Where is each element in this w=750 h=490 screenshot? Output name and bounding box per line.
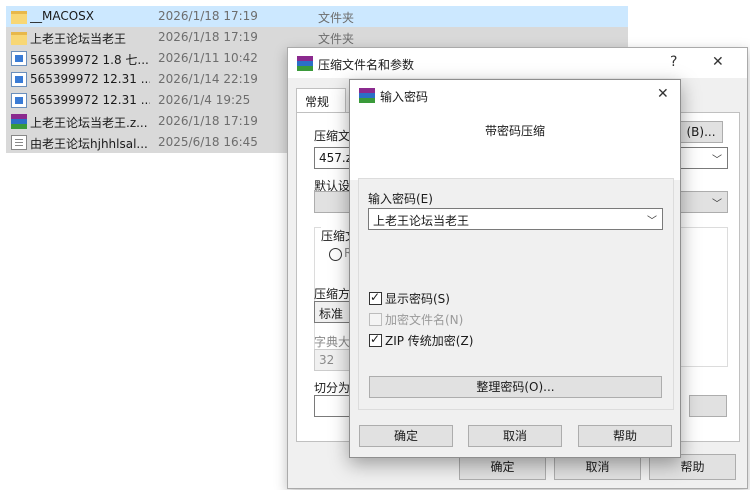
archive-dialog-titlebar[interactable]: 压缩文件名和参数 ? ✕ (288, 48, 747, 78)
archive-help-label: 帮助 (680, 460, 705, 474)
format-radio[interactable] (329, 248, 342, 261)
dictionary-label: 字典大 (314, 335, 351, 349)
show-password-checkbox[interactable] (369, 290, 382, 305)
archive-icon (11, 114, 27, 129)
password-value: 上老王论坛当老王 (373, 214, 470, 228)
file-date: 2026/1/18 17:19 (158, 114, 258, 128)
file-name: 由老王论坛hjhhlsal... (30, 137, 148, 151)
cancel-button[interactable]: 取消 (468, 425, 562, 447)
browse-button[interactable]: (B)... (679, 121, 723, 143)
zip-legacy-label: ZIP 传统加密(Z) (385, 334, 474, 348)
organize-passwords-button[interactable]: 整理密码(O)... (369, 376, 662, 398)
file-date: 2026/1/4 19:25 (158, 93, 251, 107)
folder-icon (11, 11, 27, 24)
organize-passwords-label: 整理密码(O)... (476, 380, 555, 394)
password-dialog-title: 输入密码 (380, 90, 429, 104)
password-dialog: 输入密码 ✕ 带密码压缩 输入密码(E) 上老王论坛当老王 ﹀ 显示密码(S) … (349, 79, 681, 458)
file-date: 2026/1/14 22:19 (158, 72, 258, 86)
file-date: 2026/1/18 17:19 (158, 30, 258, 44)
password-label: 输入密码(E) (368, 192, 433, 206)
heading-area: 带密码压缩 (350, 110, 680, 180)
password-input[interactable]: 上老王论坛当老王 ﹀ (368, 208, 663, 230)
zip-legacy-checkbox[interactable] (369, 332, 382, 347)
help-button[interactable]: 帮助 (578, 425, 672, 447)
encrypt-filenames-checkbox[interactable] (369, 313, 382, 326)
document-icon (11, 51, 27, 66)
file-type: 文件夹 (318, 11, 355, 25)
chevron-down-icon[interactable]: ﹀ (647, 212, 657, 227)
text-file-icon (11, 135, 27, 150)
split-label: 切分为 (314, 381, 351, 395)
ok-label: 确定 (393, 429, 418, 443)
help-icon[interactable]: ? (670, 54, 677, 70)
file-row[interactable]: 上老王论坛当老王 2026/1/18 17:19 文件夹 (6, 27, 628, 48)
file-name: 565399972 1.8 七... (30, 53, 149, 67)
document-icon (11, 93, 27, 108)
split-unit-select[interactable] (689, 395, 727, 417)
help-label: 帮助 (612, 429, 637, 443)
archive-cancel-label: 取消 (585, 460, 610, 474)
file-name: 上老王论坛当老王.z... (30, 116, 148, 130)
file-name: __MACOSX (30, 9, 95, 23)
method-label: 压缩方 (314, 287, 351, 301)
archive-ok-label: 确定 (490, 460, 515, 474)
file-name: 565399972 12.31 ... (30, 72, 150, 86)
dialog-heading: 带密码压缩 (484, 124, 545, 138)
cancel-label: 取消 (502, 429, 527, 443)
ok-button[interactable]: 确定 (359, 425, 453, 447)
tab-general[interactable]: 常规 (296, 88, 346, 113)
dictionary-value: 32 (319, 353, 335, 367)
file-name: 565399972 12.31 ... (30, 93, 150, 107)
file-date: 2026/1/11 10:42 (158, 51, 258, 65)
chevron-down-icon: ﹀ (712, 155, 722, 166)
method-value: 标准 (319, 307, 344, 321)
file-type: 文件夹 (318, 32, 355, 46)
close-icon[interactable]: ✕ (657, 86, 669, 102)
show-password-label: 显示密码(S) (385, 292, 450, 306)
close-icon[interactable]: ✕ (712, 54, 724, 70)
folder-icon (11, 32, 27, 45)
file-name: 上老王论坛当老王 (30, 32, 127, 46)
winrar-icon (359, 88, 375, 103)
file-date: 2025/6/18 16:45 (158, 135, 258, 149)
tab-general-label: 常规 (305, 95, 330, 109)
file-date: 2026/1/18 17:19 (158, 9, 258, 23)
chevron-down-icon: ﹀ (712, 199, 722, 210)
winrar-icon (297, 56, 313, 71)
browse-button-label: (B)... (686, 125, 716, 139)
password-dialog-titlebar[interactable]: 输入密码 ✕ (350, 80, 680, 110)
file-row[interactable]: __MACOSX 2026/1/18 17:19 文件夹 (6, 6, 628, 27)
document-icon (11, 72, 27, 87)
encrypt-filenames-label: 加密文件名(N) (385, 313, 464, 327)
archive-name-label: 压缩文 (314, 129, 351, 143)
archive-dialog-title: 压缩文件名和参数 (318, 58, 415, 72)
